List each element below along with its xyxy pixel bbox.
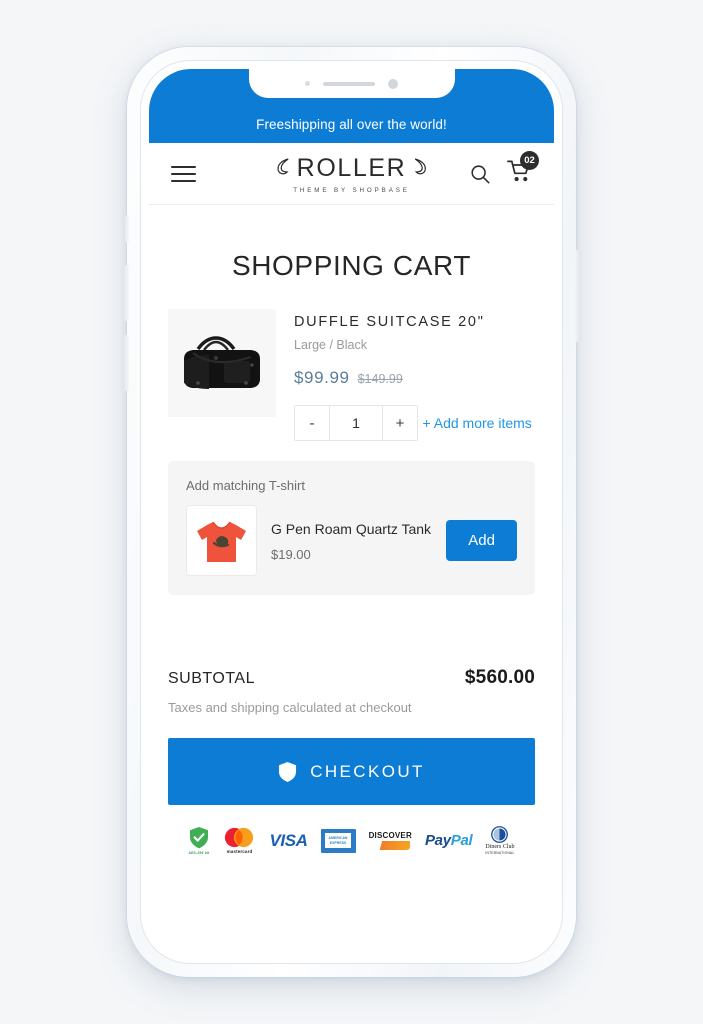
mastercard-icon — [225, 827, 254, 848]
secure-shield-icon — [189, 827, 208, 849]
quantity-increase-button[interactable]: + — [383, 406, 417, 440]
upsell-product-name[interactable]: G Pen Roam Quartz Tank — [271, 519, 432, 539]
product-variant: Large / Black — [294, 338, 367, 352]
visa-badge: VISA — [269, 831, 307, 851]
secure-ssl-badge: AES-256 bit — [188, 826, 209, 855]
quantity-decrease-button[interactable]: - — [295, 406, 329, 440]
leaf-ornament-right-icon — [414, 158, 427, 175]
phone-screen: Freeshipping all over the world! ROLLER … — [149, 69, 554, 955]
discover-badge: DISCOVER — [369, 831, 412, 850]
price-row: $99.99 $149.99 — [294, 368, 535, 388]
sale-price: $99.99 — [294, 368, 350, 387]
american-express-badge: AMERICAN EXPRESS — [320, 828, 356, 853]
cart-line-item: DUFFLE SUITCASE 20" Large / Black $99.99… — [168, 309, 535, 441]
power-button[interactable] — [574, 250, 579, 342]
product-title[interactable]: DUFFLE SUITCASE 20" — [294, 314, 535, 330]
search-icon[interactable] — [469, 163, 491, 185]
announcement-text: Freeshipping all over the world! — [256, 117, 447, 132]
totals-section: SUBTOTAL $560.00 Taxes and shipping calc… — [168, 667, 535, 805]
tax-shipping-note: Taxes and shipping calculated at checkou… — [168, 700, 412, 715]
phone-notch — [248, 69, 455, 98]
quantity-value[interactable]: 1 — [329, 406, 383, 440]
paypal-badge: PayPal — [424, 832, 473, 849]
upsell-add-button[interactable]: Add — [446, 520, 517, 561]
amex-line-2: EXPRESS — [329, 841, 347, 846]
shield-icon — [279, 761, 297, 782]
product-details: DUFFLE SUITCASE 20" Large / Black $99.99… — [294, 309, 535, 441]
store-tagline: THEME BY SHOPBASE — [293, 186, 410, 194]
page-title: SHOPPING CART — [231, 250, 472, 281]
cart-count-badge: 02 — [520, 151, 539, 170]
subtotal-row: SUBTOTAL $560.00 — [168, 667, 535, 689]
header-actions: 02 — [469, 151, 539, 188]
mastercard-caption: mastercard — [226, 849, 253, 854]
amex-icon: AMERICAN EXPRESS — [320, 828, 356, 853]
diners-club-name: Diners Club — [485, 844, 515, 850]
cart-button[interactable]: 02 — [507, 151, 539, 188]
volume-up-button[interactable] — [124, 265, 129, 321]
compare-at-price: $149.99 — [357, 372, 403, 386]
diners-club-subtitle: INTERNATIONAL — [485, 851, 515, 855]
payment-badges-row: AES-256 bit mastercard VISA AMERICAN EXP… — [168, 805, 535, 855]
diners-club-badge: Diners Club INTERNATIONAL — [485, 826, 515, 855]
upsell-thumbnail[interactable] — [186, 505, 257, 576]
product-thumbnail[interactable] — [168, 309, 276, 417]
paypal-pay-text: Pay — [424, 832, 451, 849]
phone-mockup: Freeshipping all over the world! ROLLER … — [124, 47, 579, 977]
visa-wordmark: VISA — [269, 830, 308, 850]
quantity-stepper: - 1 + — [294, 405, 418, 441]
upsell-heading: Add matching T-shirt — [186, 478, 305, 493]
paypal-wordmark: PayPal — [424, 832, 473, 849]
store-logo[interactable]: ROLLER THEME BY SHOPBASE — [276, 154, 428, 194]
sensor-dot-icon — [305, 81, 310, 86]
discover-wordmark: DISCOVER — [368, 831, 412, 840]
silent-switch-button[interactable] — [125, 215, 129, 243]
cart-page: SHOPPING CART DUFFLE SUITCASE 20" Large … — [149, 205, 554, 855]
leaf-ornament-left-icon — [276, 158, 289, 175]
upsell-product-row: G Pen Roam Quartz Tank $19.00 Add — [186, 505, 517, 576]
front-camera-icon — [388, 78, 398, 89]
mastercard-badge: mastercard — [222, 827, 256, 854]
discover-swoosh-icon — [370, 841, 411, 850]
secure-badge-caption: AES-256 bit — [188, 851, 210, 855]
store-header: ROLLER THEME BY SHOPBASE 02 — [149, 143, 554, 205]
checkout-label: CHECKOUT — [310, 761, 425, 781]
paypal-pal-text: Pal — [450, 832, 473, 849]
checkout-button[interactable]: CHECKOUT — [168, 738, 535, 805]
add-more-items-link[interactable]: + Add more items — [422, 415, 531, 431]
upsell-card: Add matching T-shirt G Pen Roam Quartz T… — [168, 461, 535, 595]
subtotal-label: SUBTOTAL — [168, 670, 255, 687]
upsell-product-info: G Pen Roam Quartz Tank $19.00 — [271, 519, 432, 561]
volume-down-button[interactable] — [124, 335, 129, 391]
t-shirt-image — [187, 506, 256, 575]
upsell-product-price: $19.00 — [271, 546, 311, 562]
diners-club-icon — [491, 826, 509, 843]
hamburger-menu-icon[interactable] — [171, 161, 196, 187]
duffle-bag-image — [168, 309, 276, 417]
store-name: ROLLER — [296, 153, 407, 182]
earpiece-speaker-icon — [323, 81, 375, 86]
subtotal-amount: $560.00 — [464, 667, 535, 688]
